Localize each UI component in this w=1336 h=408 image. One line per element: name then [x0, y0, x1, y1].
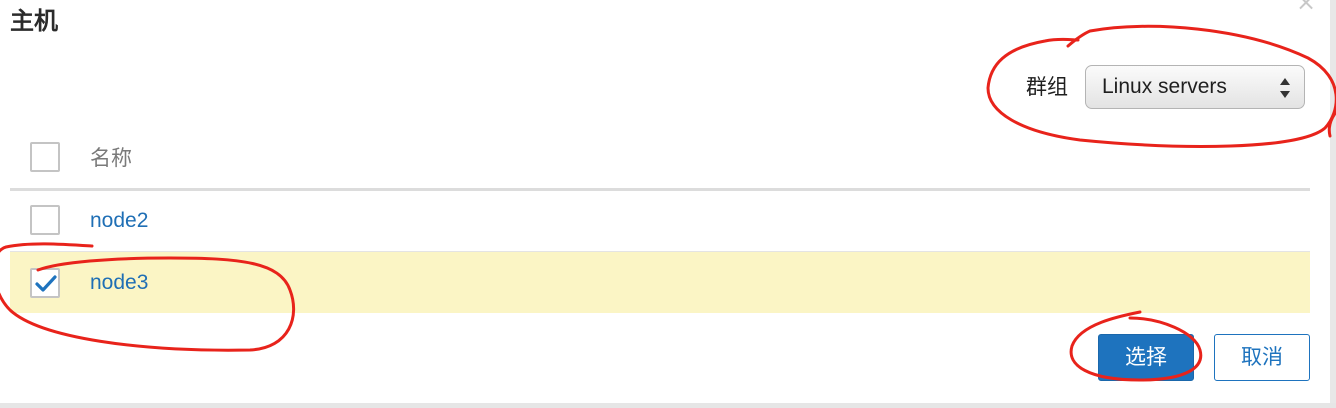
name-column-header: 名称: [90, 146, 132, 170]
row-checkbox-node3[interactable]: [30, 268, 60, 298]
host-select-dialog: 主机 × 群组 Linux servers 名称 node2 node3 选择 …: [0, 0, 1336, 408]
select-all-checkbox[interactable]: [30, 142, 60, 172]
table-row-selected: node3: [10, 252, 1310, 313]
updown-arrows-icon: [1280, 78, 1290, 98]
dialog-title: 主机: [10, 7, 58, 35]
group-filter-label: 群组: [1026, 75, 1068, 99]
dialog-edge: [1330, 0, 1336, 408]
group-select-value: Linux servers: [1102, 75, 1227, 98]
group-select[interactable]: Linux servers: [1085, 65, 1305, 109]
cancel-button[interactable]: 取消: [1214, 334, 1310, 381]
host-link-node3[interactable]: node3: [90, 268, 148, 298]
select-button[interactable]: 选择: [1098, 334, 1194, 381]
checkmark-icon: [35, 275, 57, 292]
dialog-bottom-edge: [0, 403, 1336, 408]
table-header-row: 名称: [10, 128, 1310, 188]
host-link-node2[interactable]: node2: [90, 206, 148, 236]
row-checkbox-node2[interactable]: [30, 205, 60, 235]
table-row: node2: [10, 191, 1310, 252]
close-icon[interactable]: ×: [1296, 0, 1316, 14]
